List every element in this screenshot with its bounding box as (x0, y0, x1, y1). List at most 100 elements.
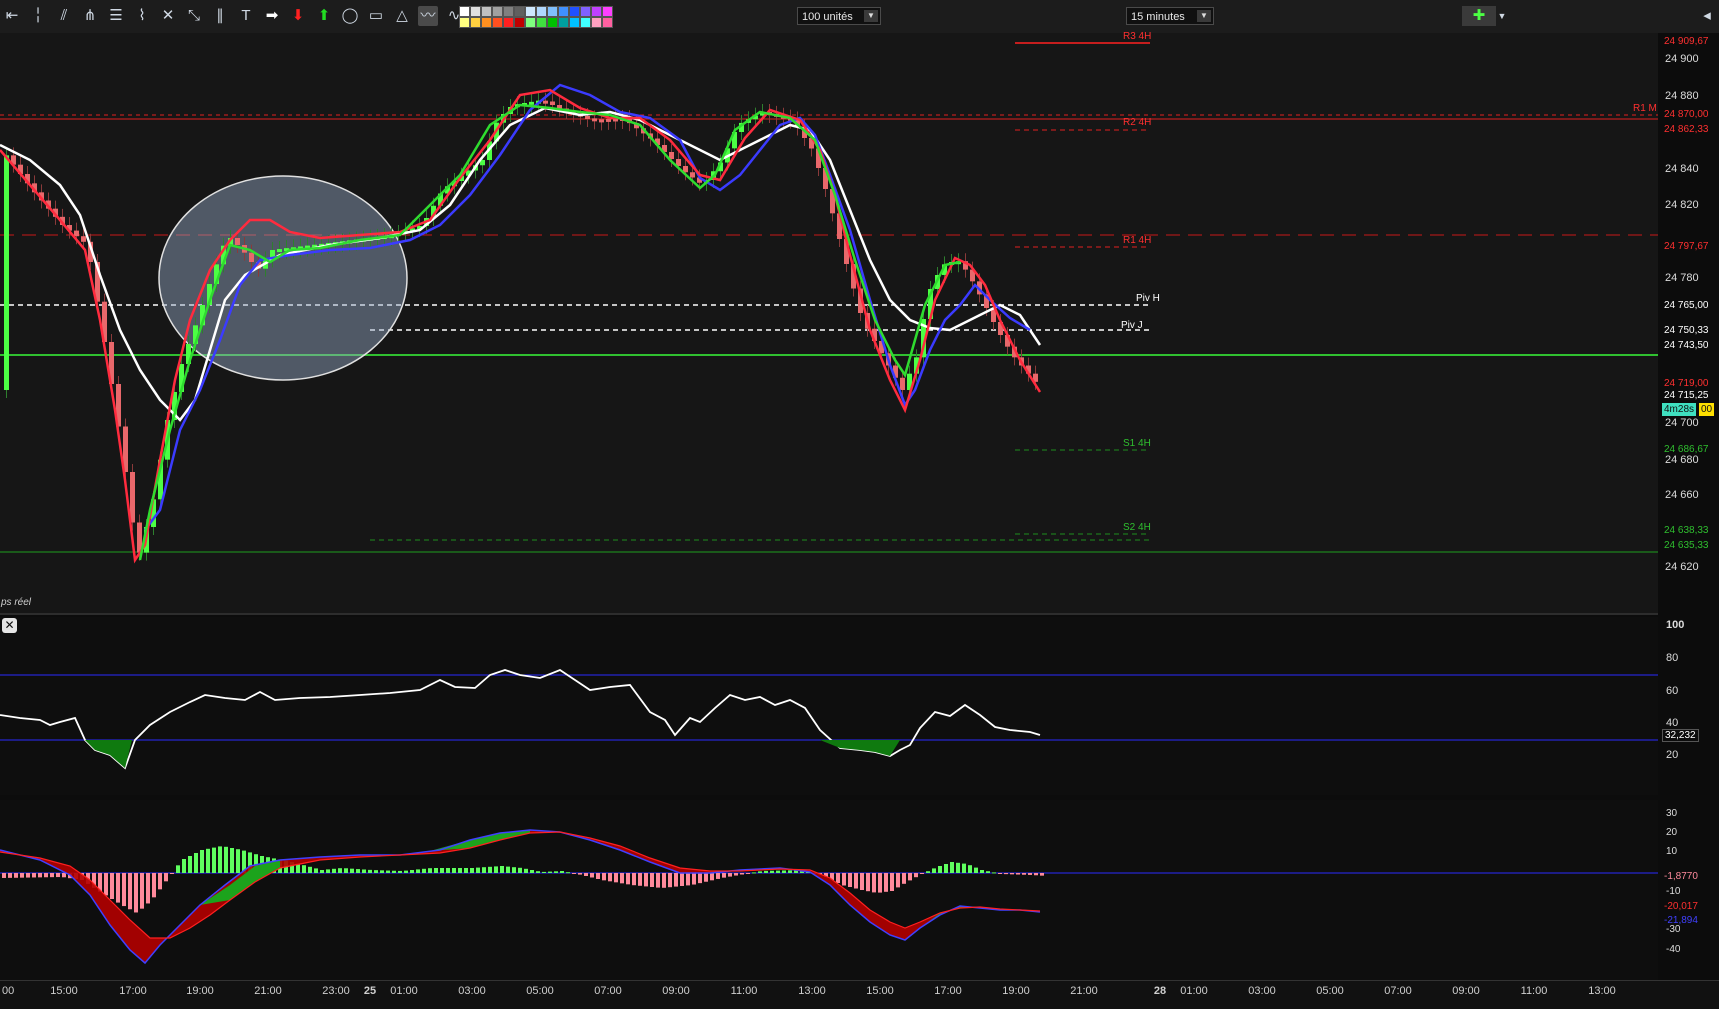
candle-body (585, 116, 590, 119)
macd-histogram-bar (314, 868, 318, 873)
zigzag-icon[interactable]: ⌇ (132, 6, 152, 26)
color-swatch[interactable] (580, 6, 591, 17)
color-swatch[interactable] (591, 17, 602, 28)
macd-histogram-bar (644, 873, 648, 887)
color-swatch[interactable] (536, 17, 547, 28)
macd-histogram-bar (722, 873, 726, 878)
down-arrow-icon[interactable]: ⬇ (288, 6, 308, 26)
up-arrow-icon[interactable]: ⬆ (314, 6, 334, 26)
candle-body (599, 119, 604, 123)
color-swatch[interactable] (470, 6, 481, 17)
color-swatch[interactable] (492, 17, 503, 28)
rsi-chart[interactable] (0, 617, 1658, 795)
color-swatch[interactable] (547, 6, 558, 17)
macd-histogram-bar (770, 870, 774, 873)
color-swatch[interactable] (547, 17, 558, 28)
time-axis-label: 21:00 (1070, 985, 1098, 997)
color-swatch[interactable] (514, 17, 525, 28)
macd-histogram-bar (380, 870, 384, 873)
parallel-lines-icon[interactable]: ∥ (210, 6, 230, 26)
text-tool-icon[interactable]: T (236, 6, 256, 26)
time-axis-label: 00 (2, 985, 15, 997)
color-swatch[interactable] (481, 6, 492, 17)
macd-histogram-bar (362, 869, 366, 873)
color-swatch[interactable] (503, 6, 514, 17)
macd-histogram-bar (224, 846, 228, 873)
macd-histogram-bar (158, 873, 162, 890)
time-axis-label: 15:00 (50, 985, 78, 997)
triangle-tool-icon[interactable]: △ (392, 6, 412, 26)
price-axis-label: 24 840 (1665, 163, 1699, 175)
color-swatch[interactable] (481, 17, 492, 28)
macd-histogram-bar (332, 868, 336, 873)
color-swatch[interactable] (602, 6, 613, 17)
macd-histogram-bar (902, 873, 906, 884)
add-indicator-icon[interactable]: ✚ (1462, 6, 1496, 26)
color-swatch[interactable] (503, 17, 514, 28)
candle-body (606, 118, 611, 122)
color-swatch[interactable] (459, 17, 470, 28)
macd-histogram-bar (344, 868, 348, 873)
candle-body (529, 101, 534, 105)
price-chart[interactable] (0, 33, 1658, 615)
ellipse-tool-icon[interactable]: ◯ (340, 6, 360, 26)
macd-histogram-bar (44, 873, 48, 878)
price-box-r3: 24 909,67 (1664, 36, 1709, 47)
pitchfork-icon[interactable]: ⋔ (80, 6, 100, 26)
macd-histogram-bar (194, 853, 198, 873)
collapse-panel-icon[interactable]: ◂ (1697, 6, 1717, 26)
price-box-pivh: 24 765,00 (1662, 300, 1711, 312)
macd-histogram-bar (422, 868, 426, 873)
macd-histogram-bar (662, 873, 666, 888)
macd-histogram-bar (350, 868, 354, 873)
color-swatch[interactable] (591, 6, 602, 17)
back-arrow-icon[interactable]: ⇤ (2, 6, 22, 26)
indicator-active-icon[interactable]: 〰 (418, 6, 438, 26)
cursor-icon[interactable]: ╎ (28, 6, 48, 26)
macd-histogram-bar (20, 873, 24, 878)
macd-histogram-bar (122, 873, 126, 907)
resize-arrows-icon[interactable]: ⤡ (184, 6, 204, 26)
macd-histogram-bar (698, 873, 702, 884)
macd-histogram-bar (488, 866, 492, 873)
wrench-icon[interactable]: ✕ (158, 6, 178, 26)
macd-histogram-bar (308, 866, 312, 873)
color-swatch[interactable] (525, 17, 536, 28)
macd-histogram-bar (668, 873, 672, 888)
time-axis-label: 13:00 (1588, 985, 1616, 997)
rectangle-tool-icon[interactable]: ▭ (366, 6, 386, 26)
chevron-down-icon[interactable]: ▼ (1496, 6, 1508, 26)
macd-histogram-bar (608, 873, 612, 882)
color-swatch[interactable] (492, 6, 503, 17)
macd-histogram-bar (170, 873, 174, 874)
macd-histogram-bar (728, 873, 732, 877)
color-swatch[interactable] (569, 17, 580, 28)
macd-histogram-bar (614, 873, 618, 883)
fibonacci-retracement-icon[interactable]: ☰ (106, 6, 126, 26)
color-swatch[interactable] (459, 6, 470, 17)
macd-histogram-bar (428, 868, 432, 873)
color-swatch[interactable] (558, 6, 569, 17)
macd-histogram-bar (1016, 873, 1020, 875)
color-swatch[interactable] (525, 6, 536, 17)
candle-body (543, 100, 548, 104)
time-axis-label: 03:00 (1248, 985, 1276, 997)
macd-histogram-bar (938, 866, 942, 873)
macd-histogram-bar (962, 863, 966, 873)
color-swatch[interactable] (536, 6, 547, 17)
rsi-axis-label: 80 (1666, 652, 1679, 664)
macd-chart[interactable] (0, 800, 1658, 980)
macd-histogram-bar (146, 873, 150, 904)
color-swatch[interactable] (602, 17, 613, 28)
fan-lines-icon[interactable]: ⫽ (54, 6, 74, 26)
right-arrow-icon[interactable]: ➡ (262, 6, 282, 26)
color-swatch[interactable] (514, 6, 525, 17)
color-swatch[interactable] (558, 17, 569, 28)
close-icon[interactable]: ✕ (2, 618, 17, 633)
color-swatch[interactable] (470, 17, 481, 28)
units-select[interactable]: 100 unités ▼ (797, 7, 881, 25)
timeframe-select[interactable]: 15 minutes ▼ (1126, 7, 1214, 25)
color-swatch[interactable] (580, 17, 591, 28)
macd-histogram-bar (704, 873, 708, 882)
color-swatch[interactable] (569, 6, 580, 17)
